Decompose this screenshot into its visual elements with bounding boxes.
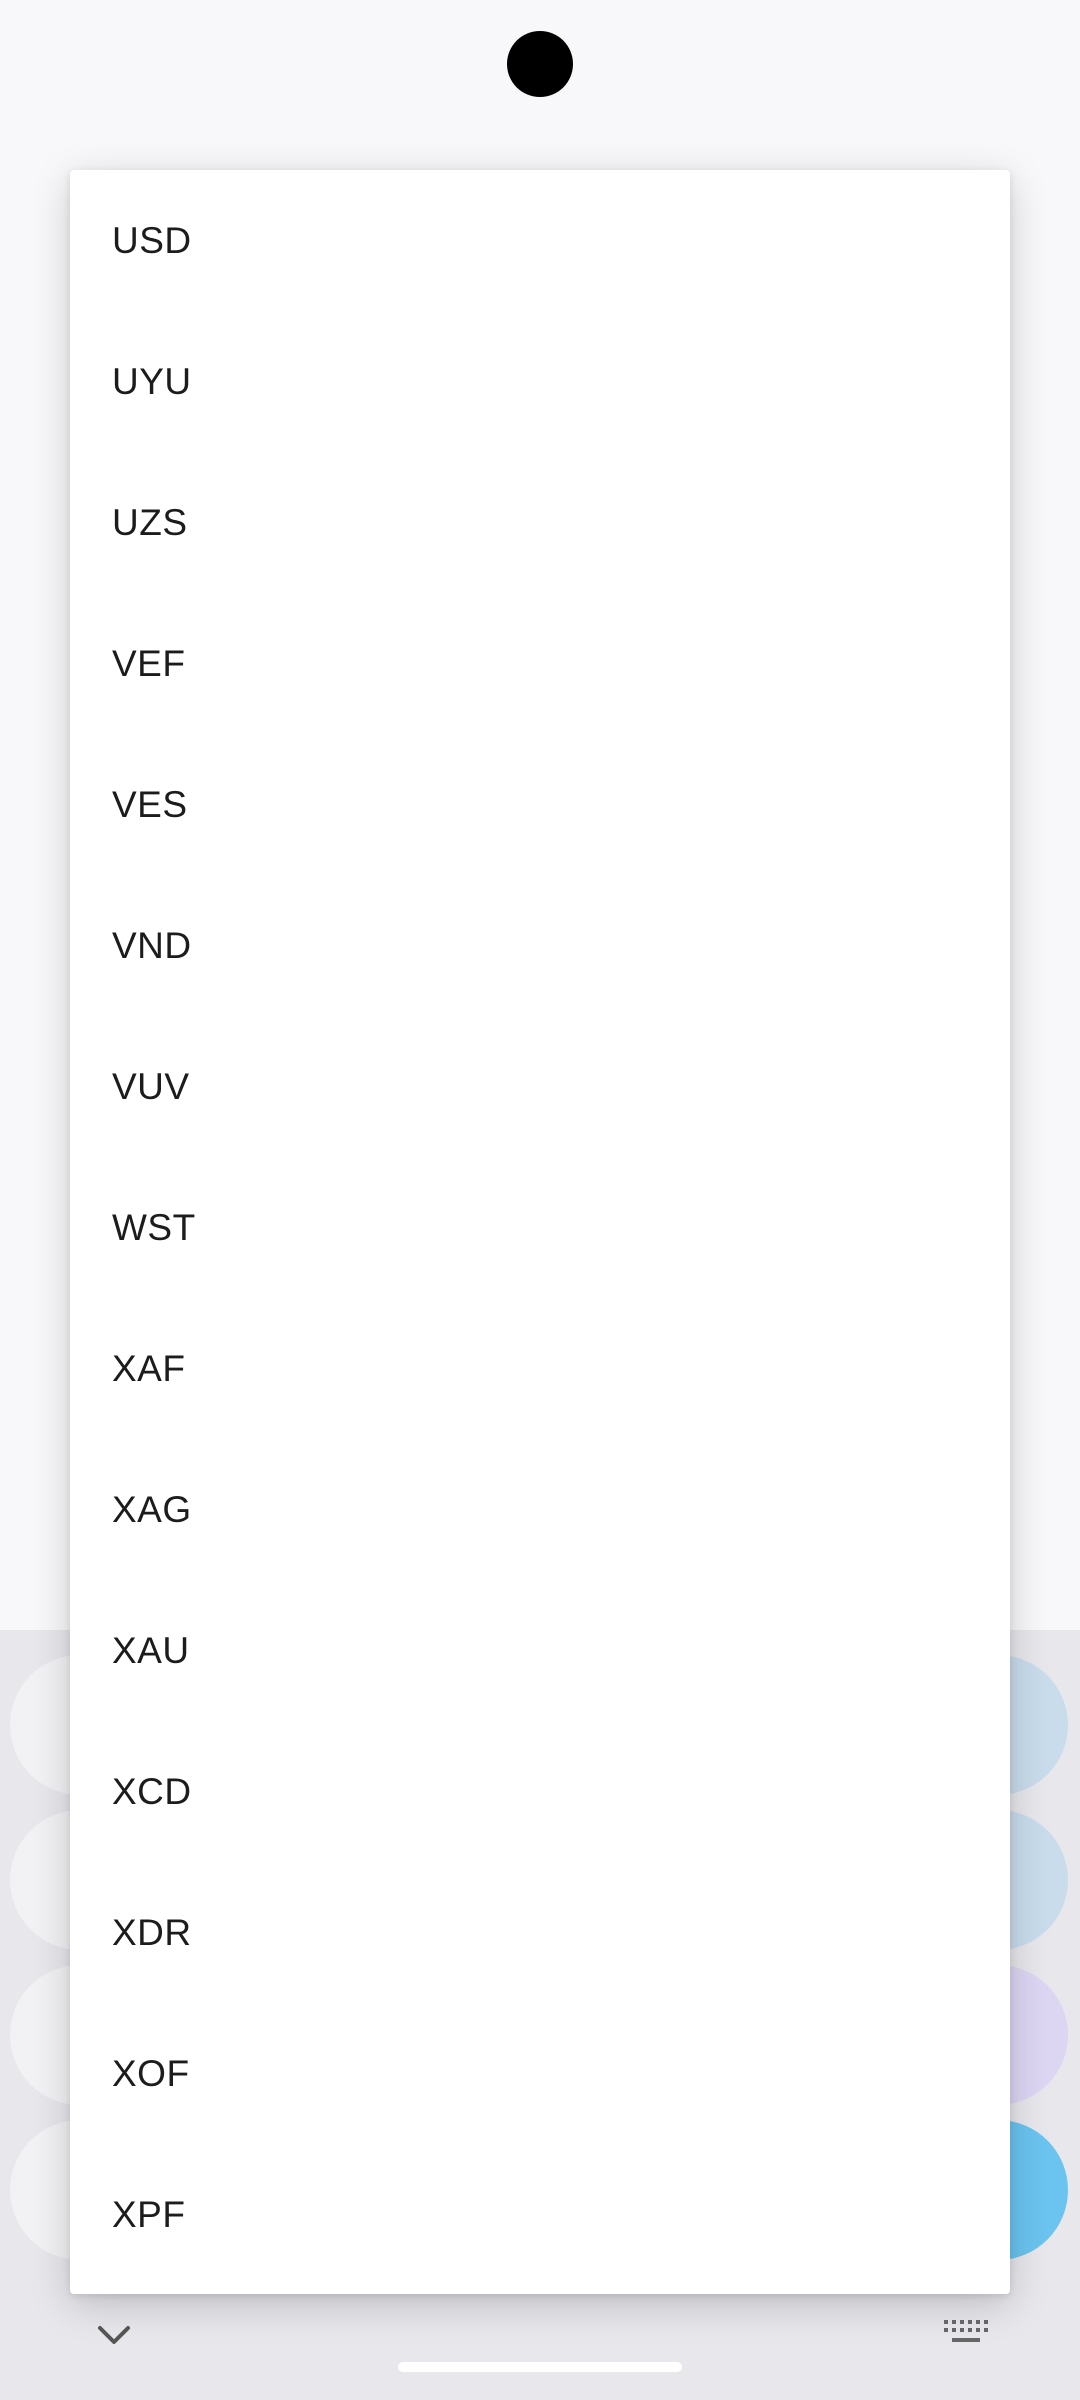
currency-option-label: XAG: [112, 1488, 192, 1530]
currency-option[interactable]: VEF: [70, 593, 1010, 734]
currency-option[interactable]: VUV: [70, 1016, 1010, 1157]
currency-option-label: USD: [112, 219, 192, 261]
currency-option-label: WST: [112, 1206, 196, 1248]
currency-option[interactable]: XAU: [70, 1580, 1010, 1721]
currency-option[interactable]: UYU: [70, 311, 1010, 452]
camera-cutout: [507, 31, 573, 97]
keyboard-icon[interactable]: [944, 2320, 988, 2348]
currency-option-label: UZS: [112, 501, 188, 543]
currency-option-label: UYU: [112, 360, 192, 402]
currency-option[interactable]: XCD: [70, 1721, 1010, 1862]
currency-option[interactable]: WST: [70, 1157, 1010, 1298]
currency-option-label: XDR: [112, 1911, 192, 1953]
currency-option[interactable]: XAG: [70, 1439, 1010, 1580]
currency-option-label: XAU: [112, 1629, 190, 1671]
currency-dropdown-menu[interactable]: USD UYU UZS VEF VES VND VUV WST XAF XAG …: [70, 170, 1010, 2294]
currency-option-label: VEF: [112, 642, 186, 684]
currency-option-label: XPF: [112, 2193, 186, 2235]
currency-option[interactable]: XPF: [70, 2144, 1010, 2285]
home-indicator[interactable]: [398, 2362, 682, 2372]
screen: USD UYU UZS VEF VES VND VUV WST XAF XAG …: [0, 0, 1080, 2400]
currency-option[interactable]: UZS: [70, 452, 1010, 593]
currency-option-label: VES: [112, 783, 188, 825]
chevron-down-icon[interactable]: [96, 2322, 132, 2348]
currency-option-label: XAF: [112, 1347, 186, 1389]
currency-option[interactable]: USD: [70, 170, 1010, 311]
currency-option[interactable]: XOF: [70, 2003, 1010, 2144]
currency-option-label: VND: [112, 924, 192, 966]
currency-option[interactable]: XAF: [70, 1298, 1010, 1439]
currency-option-label: XOF: [112, 2052, 190, 2094]
currency-option[interactable]: XDR: [70, 1862, 1010, 2003]
currency-option[interactable]: VES: [70, 734, 1010, 875]
currency-option-label: XCD: [112, 1770, 192, 1812]
currency-option-label: VUV: [112, 1065, 190, 1107]
currency-option[interactable]: VND: [70, 875, 1010, 1016]
